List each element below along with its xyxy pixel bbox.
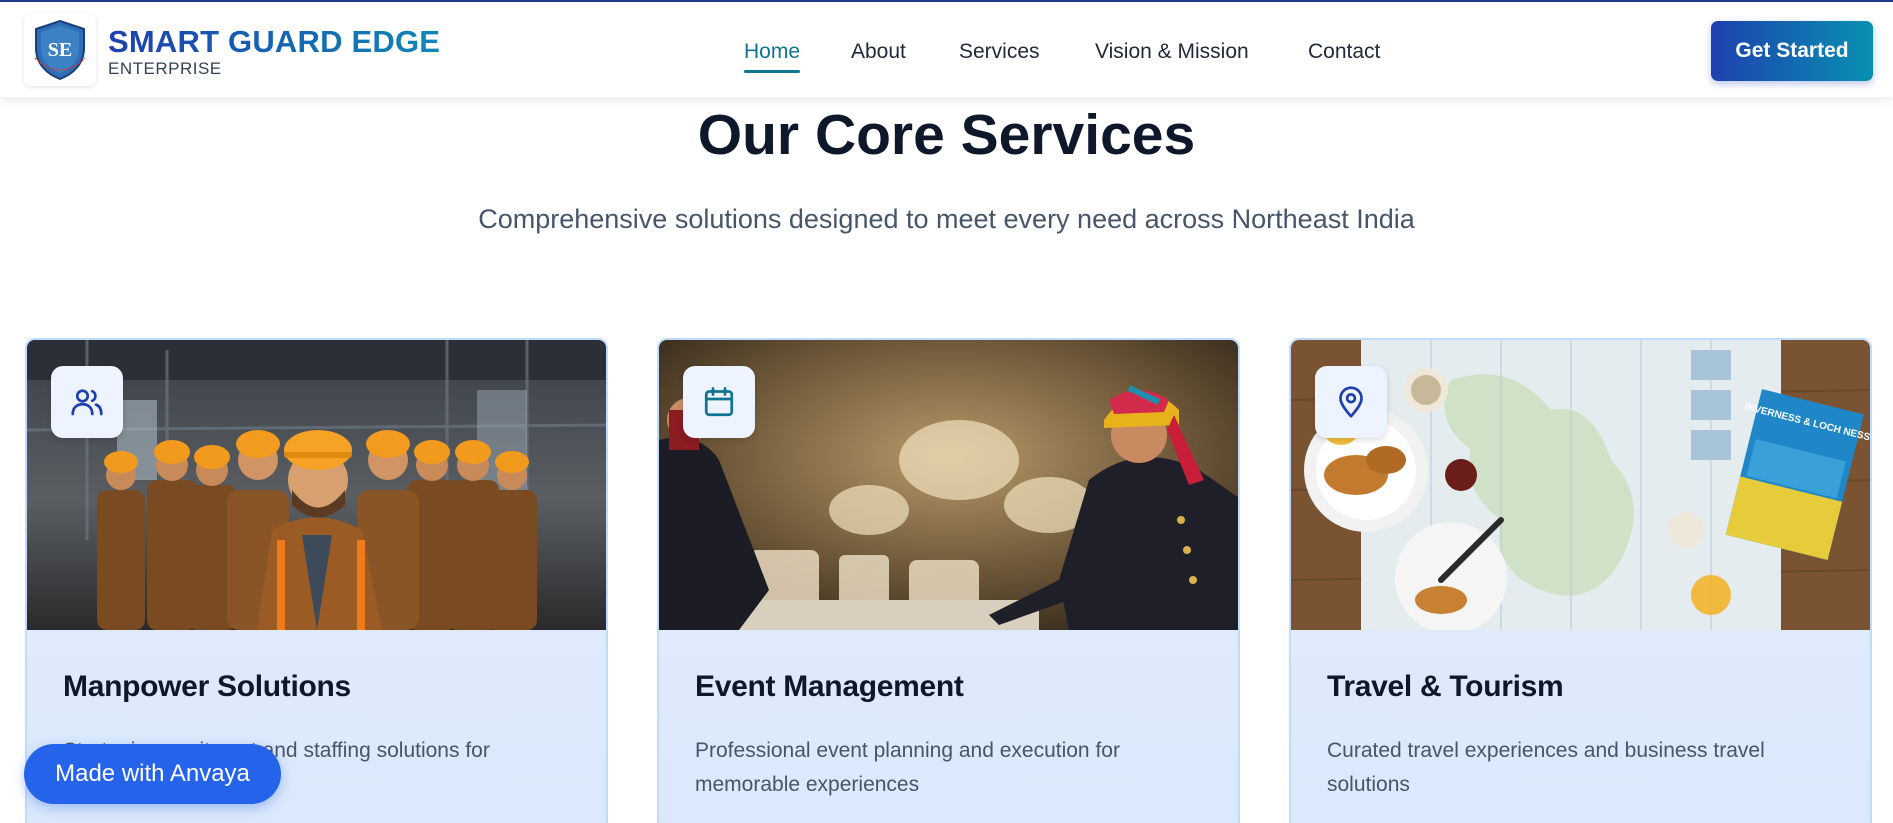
- card-title: Event Management: [695, 670, 964, 703]
- nav-services[interactable]: Services: [959, 40, 1040, 64]
- card-description: Curated travel experiences and business …: [1327, 739, 1765, 796]
- nav-home[interactable]: Home: [744, 40, 801, 73]
- card-description: Professional event planning and executio…: [695, 739, 1120, 796]
- service-card-event[interactable]: Event Management Professional event plan…: [657, 338, 1240, 823]
- nav-vision-mission[interactable]: Vision & Mission: [1095, 40, 1249, 64]
- brand-name[interactable]: SMART GUARD EDGE: [108, 24, 440, 60]
- active-nav-indicator: [744, 70, 801, 73]
- section-title: Our Core Services: [697, 103, 1196, 167]
- brand-logo[interactable]: SE: [24, 14, 96, 86]
- section-subtitle: Comprehensive solutions designed to meet…: [478, 204, 1415, 234]
- brand-subtitle: ENTERPRISE: [108, 59, 222, 78]
- get-started-button[interactable]: Get Started: [1711, 21, 1873, 81]
- svg-text:SE: SE: [48, 39, 72, 61]
- calendar-icon: [683, 366, 755, 438]
- made-with-anvaya-button[interactable]: Made with Anvaya: [24, 744, 281, 804]
- site-header: SE SMART GUARD EDGE ENTERPRISE Home Abou…: [0, 0, 1893, 97]
- card-title: Manpower Solutions: [63, 670, 351, 703]
- card-title: Travel & Tourism: [1327, 670, 1564, 703]
- map-pin-icon: [1315, 366, 1387, 438]
- nav-home-label: Home: [744, 40, 801, 63]
- users-icon: [51, 366, 123, 438]
- nav-about[interactable]: About: [851, 40, 906, 64]
- service-card-travel[interactable]: INVERNESS & LOCH NESS Travel & Tourism C…: [1289, 338, 1872, 823]
- shield-logo-icon: SE: [34, 19, 86, 81]
- nav-contact[interactable]: Contact: [1308, 40, 1380, 64]
